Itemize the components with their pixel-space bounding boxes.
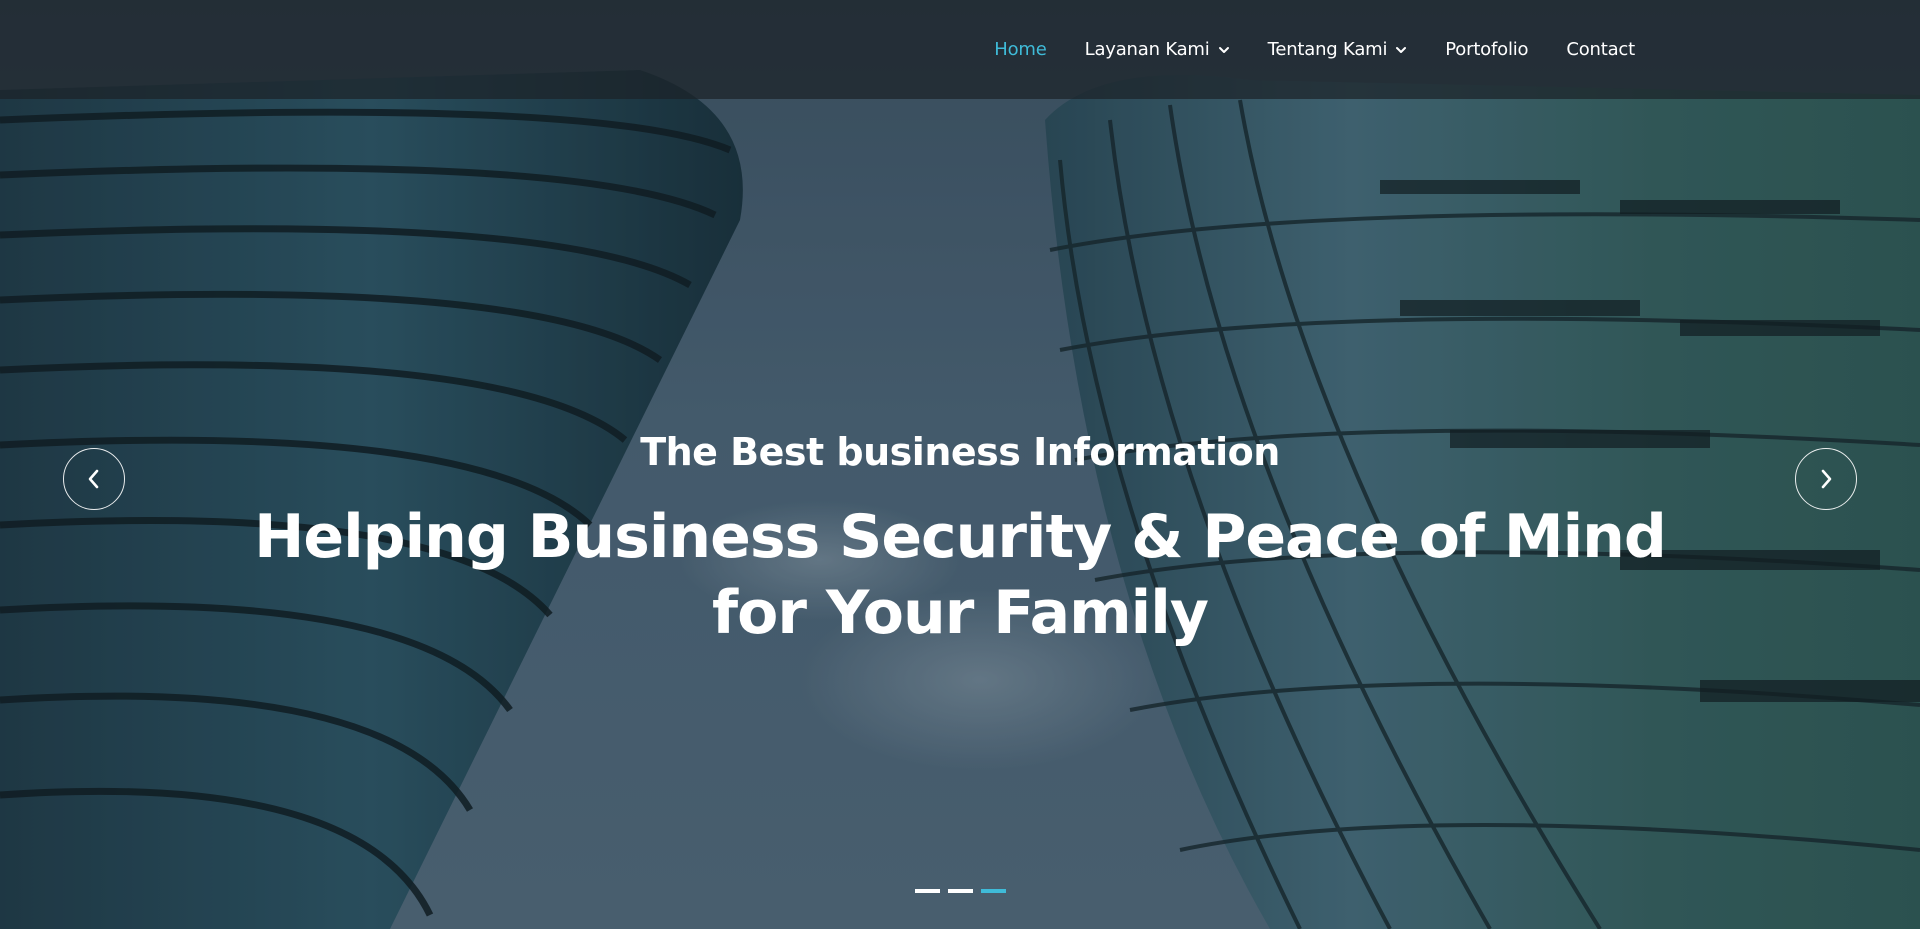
nav-item-contact[interactable]: Contact — [1566, 39, 1635, 60]
hero-headline: Helping Business Security & Peace of Min… — [254, 502, 1667, 648]
carousel-indicator-3[interactable] — [981, 889, 1006, 893]
hero-carousel: Home Layanan Kami Tentang Kami Portofoli… — [0, 0, 1920, 929]
nav-item-home[interactable]: Home — [994, 39, 1047, 60]
main-nav-menu: Home Layanan Kami Tentang Kami Portofoli… — [956, 0, 1635, 99]
carousel-indicator-1[interactable] — [915, 889, 940, 893]
nav-item-portofolio[interactable]: Portofolio — [1445, 39, 1528, 60]
hero-subtitle: The Best business Information — [640, 430, 1280, 474]
carousel-caption: The Best business Information Helping Bu… — [0, 430, 1920, 651]
nav-item-label: Contact — [1566, 39, 1635, 60]
nav-item-label: Tentang Kami — [1267, 39, 1388, 60]
chevron-down-icon — [1396, 46, 1407, 53]
nav-item-tentang-kami[interactable]: Tentang Kami — [1268, 39, 1408, 60]
carousel-indicator-2[interactable] — [948, 889, 973, 893]
top-navbar: Home Layanan Kami Tentang Kami Portofoli… — [0, 0, 1920, 99]
carousel-indicators — [915, 889, 1006, 893]
nav-item-label: Home — [994, 39, 1047, 60]
nav-item-layanan-kami[interactable]: Layanan Kami — [1085, 39, 1230, 60]
nav-item-label: Layanan Kami — [1084, 39, 1210, 60]
nav-item-label: Portofolio — [1445, 39, 1529, 60]
chevron-down-icon — [1218, 46, 1229, 53]
